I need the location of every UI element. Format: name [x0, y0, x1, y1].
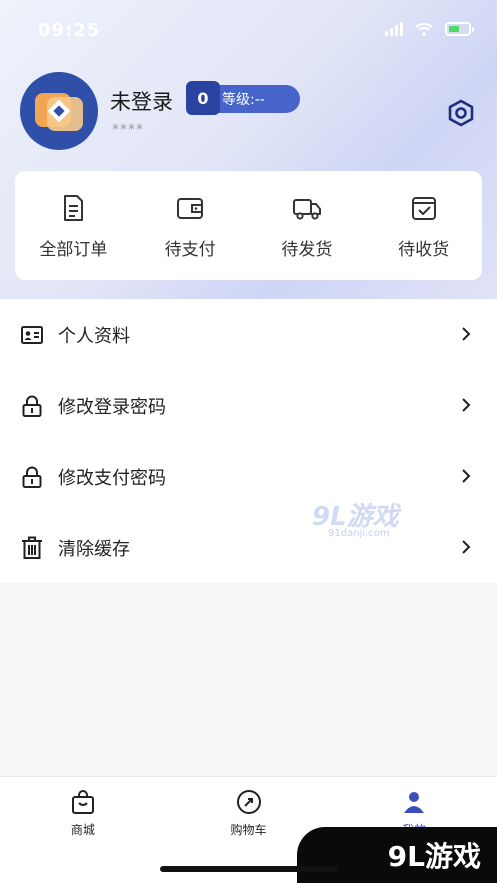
profile-section: 未登录 0 等级:-- ****: [20, 72, 480, 152]
order-pending-payment-button[interactable]: 待支付: [132, 171, 249, 280]
chevron-right-icon: [462, 327, 471, 341]
watermark-url: 91danji.com: [328, 528, 390, 539]
menu-item-change-payment-password[interactable]: 修改支付密码: [0, 441, 497, 512]
order-pending-receipt-button[interactable]: 待收货: [365, 171, 482, 280]
wifi-icon: [415, 23, 433, 36]
box-check-icon: [411, 197, 436, 220]
chevron-right-icon: [462, 469, 471, 483]
corner-watermark-logo: 9L游戏: [297, 827, 497, 883]
order-label: 待发货: [281, 240, 333, 260]
tab-label: 购物车: [230, 823, 267, 837]
settings-icon[interactable]: [446, 98, 476, 128]
menu-label: 个人资料: [58, 325, 130, 347]
order-label: 待支付: [164, 240, 216, 260]
menu-label: 修改支付密码: [58, 467, 166, 489]
level-number: 0: [186, 81, 220, 115]
menu-item-change-login-password[interactable]: 修改登录密码: [0, 370, 497, 441]
cart-icon: [236, 790, 261, 814]
trash-icon: [22, 536, 42, 559]
username[interactable]: 未登录: [110, 86, 173, 116]
wallet-icon: [177, 198, 204, 219]
order-list-icon: [64, 195, 84, 221]
order-pending-shipment-button[interactable]: 待发货: [249, 171, 366, 280]
menu-label: 修改登录密码: [58, 396, 166, 418]
lock-icon: [22, 395, 42, 417]
menu-list: 个人资料 修改登录密码 修改支付密码 清除缓存: [0, 299, 497, 583]
level-badge: 0 等级:--: [186, 81, 300, 115]
user-id-masked: ****: [112, 122, 144, 138]
tab-mall[interactable]: 商城: [0, 777, 166, 883]
chevron-right-icon: [462, 398, 471, 412]
home-indicator: [160, 866, 338, 872]
lock-icon: [22, 466, 42, 488]
order-label: 全部订单: [39, 240, 108, 260]
menu-item-clear-cache[interactable]: 清除缓存: [0, 512, 497, 583]
signal-icon: [385, 22, 403, 36]
user-icon: [404, 792, 425, 813]
battery-icon: [445, 22, 474, 36]
status-bar: 09:25: [0, 0, 497, 64]
order-all-button[interactable]: 全部订单: [15, 171, 132, 280]
tab-label: 商城: [70, 823, 95, 837]
shopping-bag-icon: [71, 790, 94, 814]
menu-item-profile[interactable]: 个人资料: [0, 299, 497, 370]
orders-card: 全部订单 待支付 待发货 待收货: [15, 171, 482, 280]
menu-label: 清除缓存: [58, 538, 130, 560]
status-time: 09:25: [38, 20, 101, 41]
level-text: 等级:--: [222, 92, 265, 108]
status-icons: [385, 22, 474, 36]
app-logo-icon: [35, 93, 83, 131]
id-card-icon: [21, 325, 43, 344]
avatar[interactable]: [20, 72, 98, 150]
chevron-right-icon: [462, 540, 471, 554]
truck-icon: [292, 199, 321, 220]
order-label: 待收货: [398, 240, 450, 260]
